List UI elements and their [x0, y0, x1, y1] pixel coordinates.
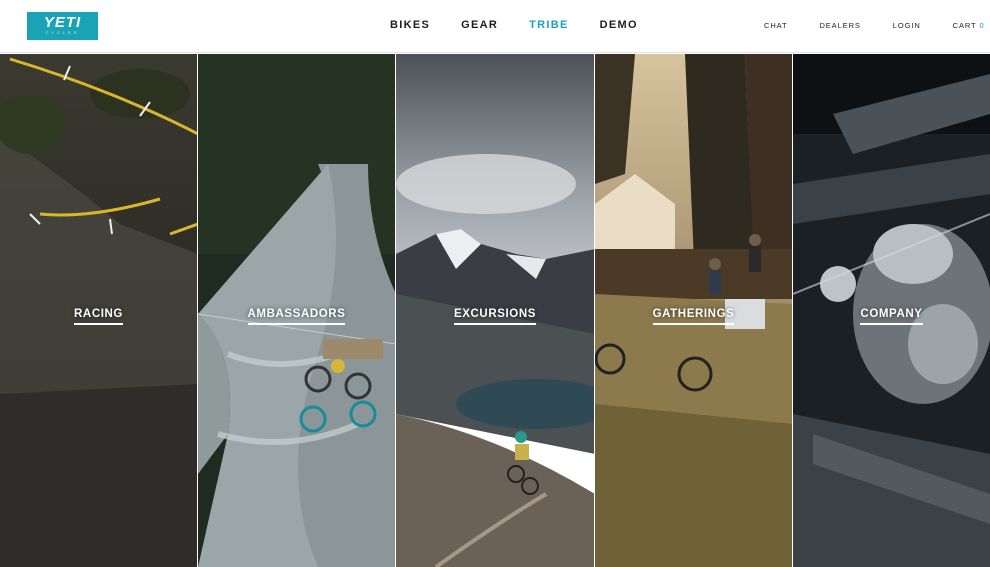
logo-wordmark: YETI	[43, 14, 82, 31]
company-label: COMPANY	[860, 308, 923, 325]
excursions-label: EXCURSIONS	[453, 308, 537, 325]
login-link[interactable]: LOGIN	[893, 21, 921, 30]
cart-link[interactable]: CART 0	[953, 21, 985, 30]
nav-demo[interactable]: DEMO	[600, 19, 638, 31]
nav-tribe[interactable]: TRIBE	[529, 19, 569, 31]
logo-subtitle: CYCLES	[45, 30, 80, 35]
panel-company[interactable]: COMPANY	[793, 54, 990, 567]
site-header: YETI CYCLES BIKES GEAR TRIBE DEMO CHAT D…	[0, 0, 990, 53]
tribe-panels: RACING AMBASSADORS EXCURSIONS GATHERINGS…	[0, 54, 990, 567]
nav-gear[interactable]: GEAR	[461, 19, 498, 31]
ambassadors-label: AMBASSADORS	[247, 308, 346, 325]
yeti-logo[interactable]: YETI CYCLES	[27, 12, 98, 40]
panel-label-ambassadors: AMBASSADORS	[198, 304, 395, 325]
panel-ambassadors[interactable]: AMBASSADORS	[198, 54, 396, 567]
panel-label-company: COMPANY	[793, 304, 990, 325]
nav-bikes[interactable]: BIKES	[390, 19, 430, 31]
main-nav: BIKES GEAR TRIBE DEMO	[390, 19, 669, 31]
panel-label-racing: RACING	[0, 304, 197, 325]
panel-racing[interactable]: RACING	[0, 54, 198, 567]
racing-label: RACING	[74, 308, 123, 325]
panel-excursions[interactable]: EXCURSIONS	[396, 54, 595, 567]
cart-count: 0	[979, 21, 985, 30]
panel-label-excursions: EXCURSIONS	[396, 304, 594, 325]
utility-nav: CHAT DEALERS LOGIN CART 0	[764, 21, 990, 30]
chat-link[interactable]: CHAT	[764, 21, 787, 30]
panel-label-gatherings: GATHERINGS	[595, 304, 792, 325]
panel-gatherings[interactable]: GATHERINGS	[595, 54, 793, 567]
dealers-link[interactable]: DEALERS	[819, 21, 860, 30]
gatherings-label: GATHERINGS	[652, 308, 735, 325]
cart-label: CART	[952, 21, 977, 30]
